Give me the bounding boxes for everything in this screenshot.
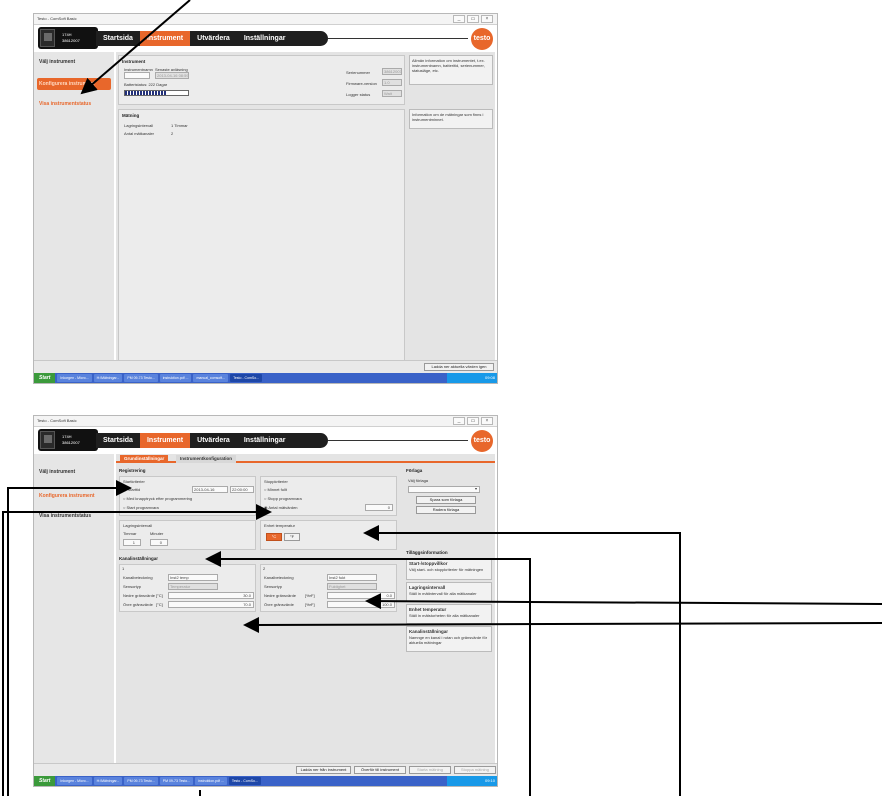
callout-arrow-unit [363, 525, 681, 796]
callout-arrow-limits [243, 616, 882, 633]
callout-arrow-minutes [200, 559, 531, 796]
callout-arrows [2, 0, 882, 796]
callout-arrow-top [80, 0, 191, 95]
callout-arrow-registration [7, 480, 132, 796]
callout-arrow-channel-name [365, 593, 882, 610]
callout-arrow-start-options [2, 504, 272, 796]
